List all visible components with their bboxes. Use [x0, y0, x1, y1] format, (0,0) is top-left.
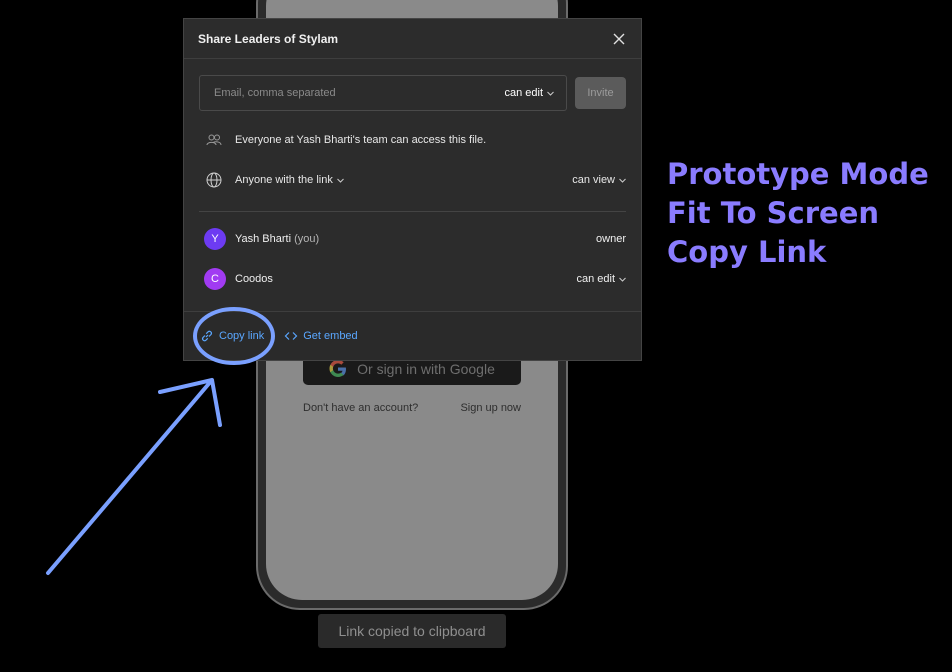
invite-button[interactable]: Invite: [575, 77, 626, 109]
annotation-text: Prototype Mode Fit To Screen Copy Link: [667, 155, 929, 272]
share-dialog: Share Leaders of Stylam can edit Invite …: [183, 18, 642, 361]
avatar-initial: Y: [211, 233, 219, 245]
chevron-down-icon: [619, 277, 626, 282]
member-name: Yash Bharti: [235, 233, 292, 245]
signup-row: Don't have an account? Sign up now: [303, 402, 521, 414]
chevron-down-icon: [619, 178, 626, 183]
toast-notification: Link copied to clipboard: [318, 614, 506, 648]
google-icon: [329, 359, 347, 377]
annotation-line: Copy Link: [667, 235, 827, 269]
email-input[interactable]: [212, 86, 466, 100]
annotation-arrow: [46, 378, 222, 575]
team-access-text: Everyone at Yash Bharti's team can acces…: [235, 134, 487, 146]
invite-permission-dropdown[interactable]: can edit: [504, 87, 554, 99]
chevron-down-icon: [336, 178, 344, 183]
code-icon: [284, 332, 298, 340]
copy-link-label: Copy link: [219, 330, 265, 342]
annotation-line: Prototype Mode: [667, 157, 929, 191]
avatar: C: [204, 268, 226, 290]
member-suffix: (you): [294, 233, 320, 245]
dialog-footer: Copy link Get embed: [184, 311, 641, 360]
member-role-dropdown[interactable]: can edit: [576, 273, 626, 285]
invite-permission-label: can edit: [504, 87, 543, 99]
link-permission-label: can view: [572, 174, 615, 186]
email-field-container: can edit: [199, 75, 567, 111]
link-access-dropdown[interactable]: Anyone with the link: [235, 174, 344, 186]
dialog-header: Share Leaders of Stylam: [184, 19, 641, 59]
no-account-text: Don't have an account?: [303, 402, 419, 414]
team-access-row: Everyone at Yash Bharti's team can acces…: [205, 131, 626, 149]
chevron-down-icon: [547, 91, 554, 96]
member-name: Coodos: [235, 273, 273, 285]
avatar-initial: C: [211, 273, 219, 285]
get-embed-label: Get embed: [303, 330, 358, 342]
divider: [199, 211, 626, 212]
link-access-row: Anyone with the link can view: [205, 171, 626, 189]
toast-text: Link copied to clipboard: [338, 623, 486, 639]
member-role: owner: [596, 233, 626, 245]
close-icon[interactable]: [611, 31, 627, 47]
member-row: C Coodos can edit: [204, 268, 626, 290]
globe-icon: [206, 172, 222, 188]
get-embed-button[interactable]: Get embed: [284, 329, 358, 343]
team-icon: [206, 134, 222, 146]
copy-link-button[interactable]: Copy link: [200, 329, 264, 343]
google-button-label: Or sign in with Google: [357, 360, 495, 377]
member-role-label: can edit: [576, 273, 615, 285]
link-access-label: Anyone with the link: [235, 174, 333, 186]
invite-row: can edit Invite: [199, 75, 626, 111]
member-role-label: owner: [596, 233, 626, 245]
dialog-title: Share Leaders of Stylam: [198, 31, 339, 46]
avatar: Y: [204, 228, 226, 250]
link-icon: [202, 330, 212, 342]
sign-up-link[interactable]: Sign up now: [460, 402, 521, 414]
link-permission-dropdown[interactable]: can view: [572, 174, 626, 186]
member-row: Y Yash Bharti (you) owner: [204, 228, 626, 250]
annotation-line: Fit To Screen: [667, 196, 880, 230]
